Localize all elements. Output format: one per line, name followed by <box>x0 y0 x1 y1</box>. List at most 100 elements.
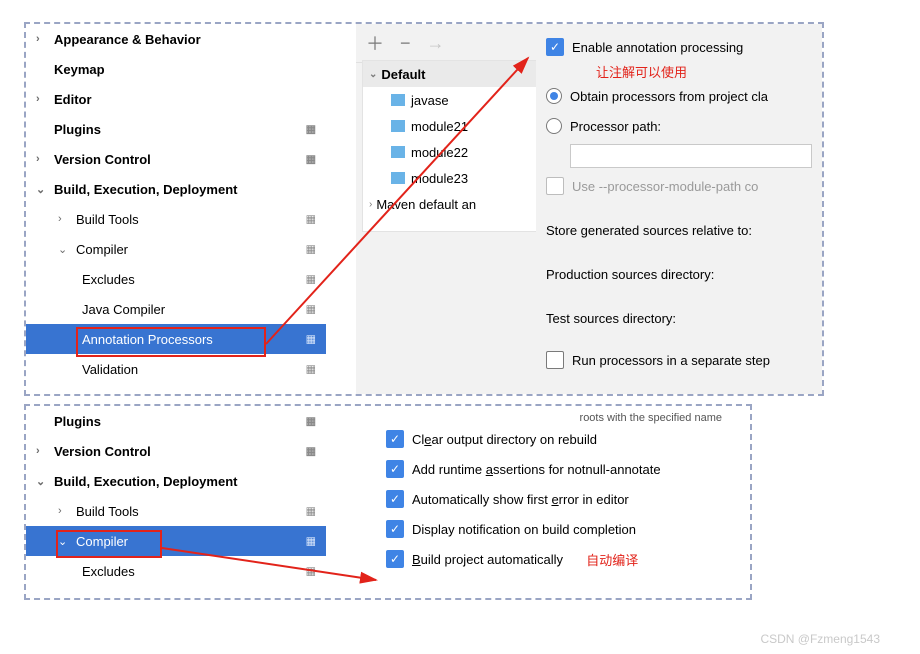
compiler-options: roots with the specified name ✓ Clear ou… <box>356 406 750 598</box>
use-module-path-label: Use --processor-module-path co <box>572 179 758 194</box>
chevron-down-icon: ⌄ <box>36 475 48 488</box>
chevron-right-icon: › <box>36 33 48 45</box>
tree-compiler[interactable]: ⌄ Compiler▦ <box>26 234 326 264</box>
module-label: module21 <box>411 119 468 134</box>
build-auto-note: 自动编译 <box>586 550 638 569</box>
annotation-note: 让注解可以使用 <box>546 62 812 81</box>
gear-icon: ▦ <box>306 565 316 578</box>
folder-icon <box>391 172 405 184</box>
bottom-panel: Plugins▦ ›Version Control▦ ⌄Build, Execu… <box>24 404 752 600</box>
auto-show-error-label: Automatically show first error in editor <box>412 492 629 507</box>
tree-validation[interactable]: Validation▦ <box>26 354 326 384</box>
tree-label: Plugins <box>54 122 326 137</box>
remove-icon[interactable]: − <box>400 33 411 54</box>
processor-path-row: Processor path: <box>546 111 812 141</box>
tree-label: Build, Execution, Deployment <box>54 182 326 197</box>
gear-icon: ▦ <box>306 243 316 256</box>
profile-label: Maven default an <box>376 197 476 212</box>
display-notification-checkbox[interactable]: ✓ <box>386 520 404 538</box>
gear-icon: ▦ <box>306 505 316 518</box>
tree-keymap[interactable]: Keymap <box>26 54 326 84</box>
auto-show-error-checkbox[interactable]: ✓ <box>386 490 404 508</box>
tree-label: Build Tools <box>76 212 326 227</box>
tree-excludes[interactable]: Excludes▦ <box>26 264 326 294</box>
clear-output-checkbox[interactable]: ✓ <box>386 430 404 448</box>
run-separate-step-row: Run processors in a separate step <box>546 345 812 375</box>
chevron-right-icon: › <box>58 505 70 517</box>
roots-note: roots with the specified name <box>386 412 734 424</box>
tree-version-control[interactable]: › Version Control▦ <box>26 436 326 466</box>
tree-label: Excludes <box>82 564 326 579</box>
chevron-down-icon: ⌄ <box>36 183 48 196</box>
tree-build-tools[interactable]: ›Build Tools▦ <box>26 204 326 234</box>
annotation-options: ✓ Enable annotation processing 让注解可以使用 O… <box>536 26 822 381</box>
display-notification-label: Display notification on build completion <box>412 522 636 537</box>
tree-build-tools[interactable]: ›Build Tools▦ <box>26 496 326 526</box>
tree-excludes[interactable]: Excludes▦ <box>26 556 326 586</box>
obtain-radio[interactable] <box>546 88 562 104</box>
chevron-down-icon: ⌄ <box>369 69 377 80</box>
top-panel: › Appearance & Behavior Keymap › Editor Pl… <box>24 22 824 396</box>
chevron-right-icon: › <box>369 199 372 210</box>
build-auto-row: ✓ Build project automatically 自动编译 <box>386 544 734 574</box>
tree-label: Appearance & Behavior <box>54 32 326 47</box>
tree-appearance[interactable]: › Appearance & Behavior <box>26 24 326 54</box>
settings-tree-top: › Appearance & Behavior Keymap › Editor Pl… <box>26 24 326 394</box>
gear-icon: ▦ <box>306 415 316 428</box>
tree-build-execution-deployment[interactable]: ⌄ Build, Execution, Deployment <box>26 174 326 204</box>
tree-version-control[interactable]: ›Version Control▦ <box>26 144 326 174</box>
run-separate-step-label: Run processors in a separate step <box>572 353 770 368</box>
processor-path-input[interactable] <box>570 144 812 168</box>
gear-icon: ▦ <box>306 363 316 376</box>
tree-editor[interactable]: › Editor <box>26 84 326 114</box>
tree-label: Java Compiler <box>82 302 326 317</box>
gear-icon: ▦ <box>306 445 316 458</box>
run-separate-step-checkbox[interactable] <box>546 351 564 369</box>
clear-output-label: Clear output directory on rebuild <box>412 432 597 447</box>
tree-label: Plugins <box>54 414 326 429</box>
use-module-path-checkbox <box>546 177 564 195</box>
tree-label: Compiler <box>76 242 326 257</box>
tree-compiler[interactable]: ⌄Compiler▦ <box>26 526 326 556</box>
tree-plugins[interactable]: Plugins▦ <box>26 114 326 144</box>
assertions-checkbox[interactable]: ✓ <box>386 460 404 478</box>
gear-icon: ▦ <box>306 213 316 226</box>
add-icon[interactable]: ＋ <box>366 30 384 56</box>
processor-path-radio[interactable] <box>546 118 562 134</box>
folder-icon <box>391 94 405 106</box>
build-auto-checkbox[interactable]: ✓ <box>386 550 404 568</box>
assertions-row: ✓ Add runtime assertions for notnull-ann… <box>386 454 734 484</box>
chevron-right-icon: › <box>36 445 48 457</box>
chevron-down-icon: ⌄ <box>58 535 70 548</box>
tree-java-compiler[interactable]: Java Compiler▦ <box>26 294 326 324</box>
assertions-label: Add runtime assertions for notnull-annot… <box>412 462 661 477</box>
gear-icon: ▦ <box>306 535 316 548</box>
forward-icon[interactable]: → <box>427 33 445 54</box>
tree-label: Version Control <box>54 152 326 167</box>
tree-label: Keymap <box>54 62 326 77</box>
module-label: module23 <box>411 171 468 186</box>
clear-output-row: ✓ Clear output directory on rebuild <box>386 424 734 454</box>
test-dir-label: Test sources directory: <box>546 311 676 326</box>
chevron-down-icon: ⌄ <box>58 243 70 256</box>
auto-show-error-row: ✓ Automatically show first error in edit… <box>386 484 734 514</box>
tree-label: Build, Execution, Deployment <box>54 474 326 489</box>
gear-icon: ▦ <box>306 123 316 136</box>
tree-label: Excludes <box>82 272 326 287</box>
profile-label: Default <box>381 67 425 82</box>
gear-icon: ▦ <box>306 273 316 286</box>
tree-label: Annotation Processors <box>82 332 326 347</box>
store-label: Store generated sources relative to: <box>546 223 752 238</box>
chevron-right-icon: › <box>36 93 48 105</box>
tree-plugins[interactable]: Plugins▦ <box>26 406 326 436</box>
tree-annotation-processors[interactable]: Annotation Processors▦ <box>26 324 326 354</box>
enable-annotation-checkbox[interactable]: ✓ <box>546 38 564 56</box>
tree-label: Editor <box>54 92 326 107</box>
display-notification-row: ✓ Display notification on build completi… <box>386 514 734 544</box>
tree-label: Version Control <box>54 444 326 459</box>
obtain-label: Obtain processors from project cla <box>570 89 768 104</box>
tree-build-execution-deployment[interactable]: ⌄ Build, Execution, Deployment <box>26 466 326 496</box>
gear-icon: ▦ <box>306 153 316 166</box>
folder-icon <box>391 120 405 132</box>
settings-tree-bottom: Plugins▦ ›Version Control▦ ⌄Build, Execu… <box>26 406 326 598</box>
